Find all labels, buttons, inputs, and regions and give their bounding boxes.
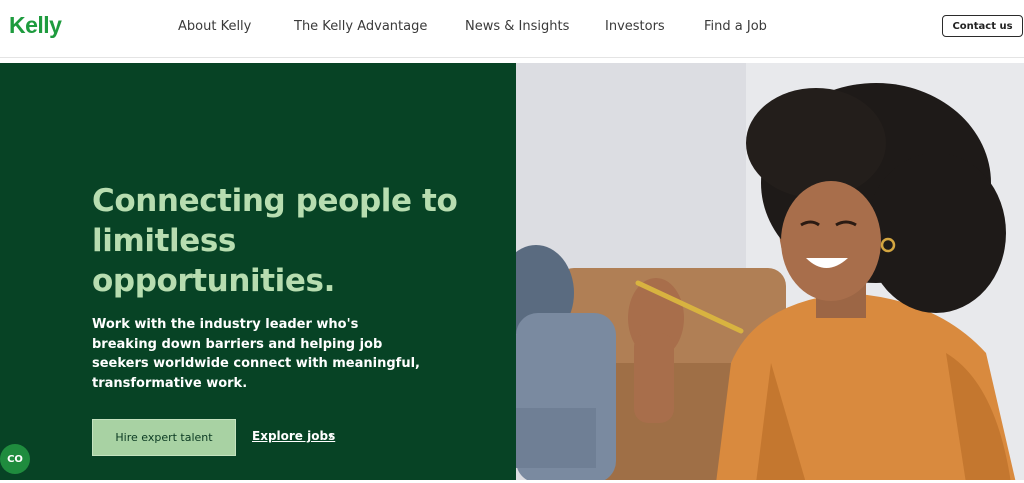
- kelly-logo[interactable]: Kelly: [9, 12, 62, 39]
- contact-us-button[interactable]: Contact us: [942, 15, 1023, 37]
- nav-investors[interactable]: Investors: [605, 19, 665, 34]
- hero-title: Connecting people to limitless opportuni…: [92, 183, 458, 299]
- closed-caption-icon[interactable]: CO: [0, 444, 30, 474]
- hire-expert-talent-button[interactable]: Hire expert talent: [92, 419, 236, 456]
- hero-description: Work with the industry leader who's brea…: [92, 317, 420, 391]
- nav-kelly-advantage[interactable]: The Kelly Advantage: [294, 19, 427, 34]
- explore-jobs-link[interactable]: Explore jobs: [252, 429, 335, 443]
- site-header: Kelly About Kelly The Kelly Advantage Ne…: [0, 0, 1024, 58]
- nav-news-insights[interactable]: News & Insights: [465, 19, 569, 34]
- nav-about-kelly[interactable]: About Kelly: [178, 19, 251, 34]
- nav-find-a-job[interactable]: Find a Job: [704, 19, 767, 34]
- smiling-woman-photo: [516, 63, 1024, 483]
- chevron-right-icon: ›: [329, 429, 334, 442]
